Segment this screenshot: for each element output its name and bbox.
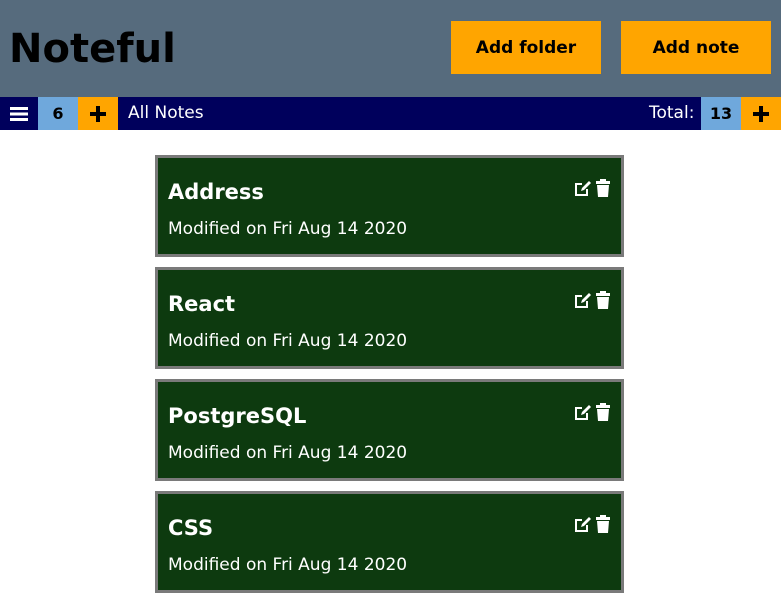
trash-icon[interactable]: [595, 403, 611, 421]
folder-navbar: 6 All Notes Total: 13: [0, 97, 781, 130]
note-card[interactable]: PostgreSQL Modified on Fri Aug 14 2020: [155, 379, 624, 481]
add-note-plus-icon[interactable]: [741, 97, 781, 130]
note-title[interactable]: PostgreSQL: [168, 403, 306, 429]
note-list: Address Modified on Fri Aug 14 2020 Reac…: [155, 155, 624, 603]
trash-icon[interactable]: [595, 291, 611, 309]
total-label: Total:: [649, 103, 695, 123]
note-modified-date: Modified on Fri Aug 14 2020: [168, 555, 408, 575]
note-title[interactable]: CSS: [168, 515, 213, 541]
note-title[interactable]: React: [168, 291, 235, 317]
folder-count-badge: 6: [38, 97, 78, 130]
note-modified-date: Modified on Fri Aug 14 2020: [168, 331, 408, 351]
total-count-badge: 13: [701, 97, 741, 130]
note-title[interactable]: Address: [168, 179, 264, 205]
app-header: Noteful Add folder Add note: [0, 0, 781, 97]
edit-icon[interactable]: [573, 179, 593, 197]
add-note-button[interactable]: Add note: [621, 21, 771, 74]
note-modified-date: Modified on Fri Aug 14 2020: [168, 443, 408, 463]
app-title[interactable]: Noteful: [9, 24, 176, 74]
edit-icon[interactable]: [573, 291, 593, 309]
trash-icon[interactable]: [595, 515, 611, 533]
current-folder-label: All Notes: [128, 103, 204, 123]
note-card[interactable]: React Modified on Fri Aug 14 2020: [155, 267, 624, 369]
add-folder-plus-icon[interactable]: [78, 97, 118, 130]
edit-icon[interactable]: [573, 403, 593, 421]
add-folder-button[interactable]: Add folder: [451, 21, 601, 74]
note-card[interactable]: CSS Modified on Fri Aug 14 2020: [155, 491, 624, 593]
trash-icon[interactable]: [595, 179, 611, 197]
note-card[interactable]: Address Modified on Fri Aug 14 2020: [155, 155, 624, 257]
note-modified-date: Modified on Fri Aug 14 2020: [168, 219, 408, 239]
edit-icon[interactable]: [573, 515, 593, 533]
hamburger-menu-icon[interactable]: [0, 97, 38, 130]
